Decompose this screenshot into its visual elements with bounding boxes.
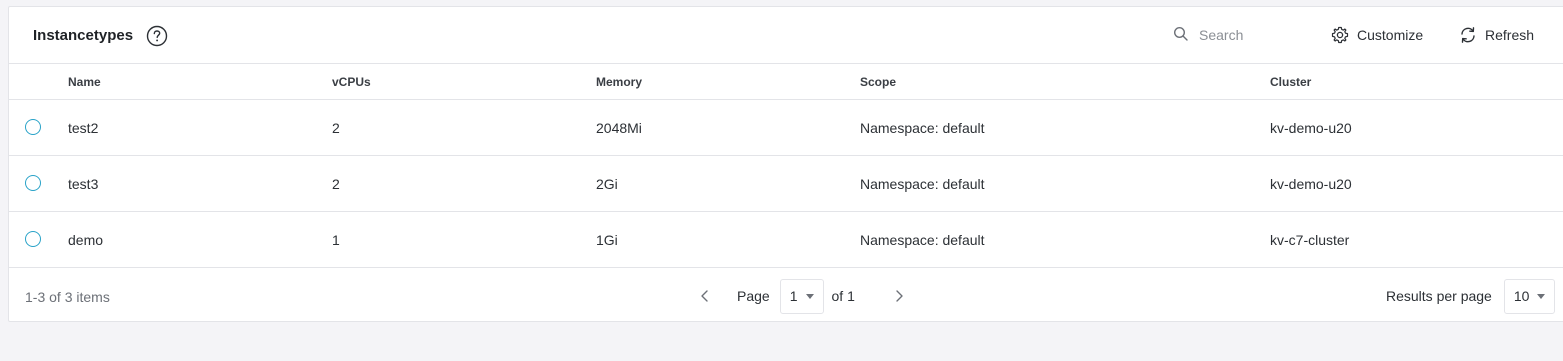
refresh-button[interactable]: Refresh <box>1459 24 1534 46</box>
page-select-value: 1 <box>789 288 798 304</box>
results-per-page: Results per page 10 <box>1386 278 1556 314</box>
item-count: 1-3 of 3 items <box>25 289 110 305</box>
cell-scope: Namespace: default <box>860 176 985 192</box>
table-row[interactable]: demo 1 1Gi Namespace: default kv-c7-clus… <box>9 212 1563 268</box>
results-per-page-value: 10 <box>1513 288 1530 304</box>
table-footer: 1-3 of 3 items Page 1 of 1 Results per p… <box>9 268 1563 323</box>
row-select-radio[interactable] <box>25 231 41 247</box>
column-header-memory[interactable]: Memory <box>596 75 642 89</box>
cell-vcpus: 2 <box>332 176 340 192</box>
instancetypes-panel: Instancetypes Customize <box>8 6 1563 322</box>
chevron-left-icon[interactable] <box>697 288 713 304</box>
cell-vcpus: 1 <box>332 232 340 248</box>
results-per-page-label: Results per page <box>1386 288 1492 304</box>
page-select[interactable]: 1 <box>779 278 824 314</box>
cell-vcpus: 2 <box>332 120 340 136</box>
help-icon[interactable] <box>146 25 168 47</box>
pagination: Page 1 of 1 <box>697 278 907 314</box>
page-title: Instancetypes <box>33 27 134 44</box>
page-label: Page <box>737 288 770 304</box>
refresh-label: Refresh <box>1485 27 1535 43</box>
caret-down-icon <box>1537 293 1546 299</box>
row-select-radio[interactable] <box>25 119 41 135</box>
panel-header: Instancetypes Customize <box>9 7 1563 64</box>
search-input[interactable] <box>1199 25 1309 45</box>
table-row[interactable]: test3 2 2Gi Namespace: default kv-demo-u… <box>9 156 1563 212</box>
cell-name: test2 <box>68 120 99 136</box>
cell-cluster: kv-demo-u20 <box>1270 176 1352 192</box>
gear-icon <box>1331 26 1349 44</box>
row-select-radio[interactable] <box>25 175 41 191</box>
chevron-right-icon[interactable] <box>891 288 907 304</box>
cell-cluster: kv-demo-u20 <box>1270 120 1352 136</box>
customize-label: Customize <box>1357 27 1424 43</box>
column-header-scope[interactable]: Scope <box>860 75 896 89</box>
cell-cluster: kv-c7-cluster <box>1270 232 1350 248</box>
results-per-page-select[interactable]: 10 <box>1503 278 1556 314</box>
table-row[interactable]: test2 2 2048Mi Namespace: default kv-dem… <box>9 100 1563 156</box>
column-header-cluster[interactable]: Cluster <box>1270 75 1311 89</box>
column-header-name[interactable]: Name <box>68 75 101 89</box>
cell-name: demo <box>68 232 104 248</box>
cell-memory: 1Gi <box>596 232 618 248</box>
cell-memory: 2048Mi <box>596 120 642 136</box>
cell-memory: 2Gi <box>596 176 618 192</box>
customize-button[interactable]: Customize <box>1331 24 1423 46</box>
column-header-vcpus[interactable]: vCPUs <box>332 75 371 89</box>
cell-scope: Namespace: default <box>860 232 985 248</box>
cell-scope: Namespace: default <box>860 120 985 136</box>
cell-name: test3 <box>68 176 99 192</box>
search-icon <box>1173 26 1188 41</box>
page-total: of 1 <box>831 288 855 304</box>
refresh-icon <box>1461 27 1475 43</box>
table-header: Name vCPUs Memory Scope Cluster <box>9 64 1563 100</box>
search-box[interactable] <box>1173 25 1313 47</box>
caret-down-icon <box>805 293 814 299</box>
